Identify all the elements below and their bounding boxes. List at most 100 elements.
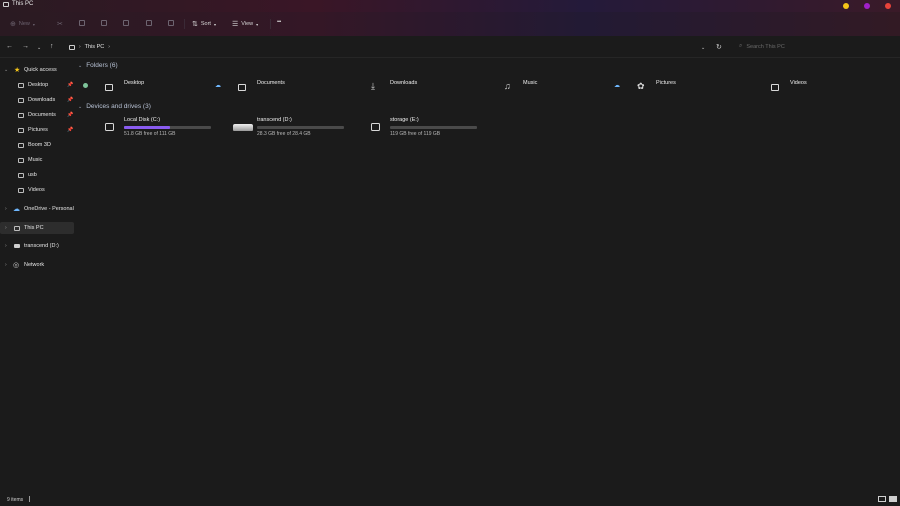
- address-dropdown-button[interactable]: ⌄: [701, 45, 705, 51]
- paste-button[interactable]: [101, 20, 107, 26]
- chevron-right-icon: ›: [5, 225, 7, 231]
- drive-free-space: 51.8 GB free of 111 GB: [124, 131, 176, 137]
- drive-usage-bar: [124, 126, 211, 129]
- drive-icon: [371, 123, 380, 131]
- folder-tile-downloads[interactable]: ⤓ Downloads: [367, 78, 495, 96]
- sidebar-item-onedrive[interactable]: › ☁ OneDrive - Personal: [0, 203, 74, 215]
- sidebar-label: transcend (D:): [24, 243, 59, 249]
- up-button[interactable]: ↑: [50, 43, 54, 50]
- tiles-view-button[interactable]: [889, 496, 897, 502]
- folders-header-text: Folders (6): [86, 62, 118, 69]
- forward-button[interactable]: →: [22, 43, 29, 50]
- chevron-right-icon: ›: [79, 44, 81, 50]
- status-divider: [29, 496, 30, 502]
- drive-tile-d[interactable]: transcend (D:) 28.3 GB free of 28.4 GB: [233, 115, 358, 141]
- sort-icon: ⇅: [192, 21, 198, 28]
- copy-button[interactable]: [79, 20, 85, 26]
- sidebar-item-videos[interactable]: Videos: [0, 184, 74, 196]
- sidebar-label: usb: [28, 172, 37, 178]
- maximize-button[interactable]: [864, 3, 870, 9]
- sidebar-label: Videos: [28, 187, 45, 193]
- desktop-icon: [18, 82, 24, 88]
- cut-button[interactable]: ✂: [57, 20, 63, 28]
- drive-usage-fill: [124, 126, 171, 129]
- folder-tile-desktop[interactable]: Desktop: [101, 78, 229, 96]
- view-button[interactable]: ☰ View ▾: [232, 20, 258, 28]
- sidebar-item-pictures[interactable]: Pictures 📌: [0, 124, 74, 136]
- sidebar-item-network[interactable]: › ◎ Network: [0, 259, 74, 271]
- chevron-down-icon: ▾: [32, 21, 35, 27]
- window-title: This PC: [3, 1, 33, 7]
- back-button[interactable]: ←: [6, 43, 13, 50]
- breadcrumb-this-pc[interactable]: This PC: [85, 44, 105, 50]
- folder-label: Music: [523, 80, 538, 86]
- sidebar-label: This PC: [24, 225, 44, 231]
- minimize-button[interactable]: [843, 3, 849, 9]
- close-button[interactable]: [885, 3, 891, 9]
- folder-tile-pictures[interactable]: ✿ Pictures: [633, 78, 761, 96]
- sidebar-item-transcend[interactable]: › transcend (D:): [0, 240, 74, 252]
- sidebar-label: Boom 3D: [28, 142, 51, 148]
- folders-section-header[interactable]: ⌄ Folders (6): [78, 62, 118, 69]
- toolbar-divider: [184, 19, 185, 29]
- sidebar-item-documents[interactable]: Documents 📌: [0, 109, 74, 121]
- drives-section-header[interactable]: ⌄ Devices and drives (3): [78, 103, 151, 110]
- trash-icon: [168, 20, 174, 26]
- chevron-down-icon: ▾: [256, 21, 259, 27]
- sidebar-item-music[interactable]: Music: [0, 154, 74, 166]
- music-icon: [18, 157, 24, 163]
- sort-button[interactable]: ⇅ Sort ▾: [192, 20, 216, 28]
- chevron-right-icon: ›: [5, 243, 7, 249]
- share-button[interactable]: [146, 20, 152, 26]
- rename-button[interactable]: [123, 20, 129, 26]
- music-icon: ♫: [504, 81, 511, 91]
- window-title-text: This PC: [12, 1, 34, 7]
- breadcrumb[interactable]: › This PC ›: [69, 44, 110, 50]
- folder-tile-documents[interactable]: Documents: [234, 78, 362, 96]
- item-count: 9 items: [7, 497, 24, 503]
- search-input[interactable]: ⌕ Search This PC: [735, 40, 895, 53]
- sidebar-item-downloads[interactable]: Downloads 📌: [0, 94, 74, 106]
- sync-status-icon: [83, 83, 88, 88]
- folder-tile-music[interactable]: ♫ Music: [500, 78, 628, 96]
- delete-button[interactable]: [168, 20, 174, 26]
- sidebar-item-boom-3d[interactable]: Boom 3D: [0, 139, 74, 151]
- sidebar-label: OneDrive - Personal: [24, 206, 74, 212]
- drive-tile-c[interactable]: Local Disk (C:) 51.8 GB free of 111 GB: [105, 115, 225, 141]
- star-icon: ★: [14, 67, 21, 74]
- refresh-button[interactable]: ↻: [716, 43, 722, 51]
- plus-icon: ⊕: [10, 21, 16, 28]
- chevron-right-icon: ›: [108, 44, 110, 50]
- address-bar: ← → ⌄ ↑ › This PC › ⌄ ↻ ⌕ Search This PC: [0, 36, 900, 58]
- recent-locations-button[interactable]: ⌄: [37, 45, 41, 51]
- sidebar-item-this-pc[interactable]: › This PC: [0, 222, 74, 234]
- this-pc-icon: [3, 1, 9, 7]
- sidebar-item-desktop[interactable]: Desktop 📌: [0, 79, 74, 91]
- sidebar-item-quick-access[interactable]: ⌄ ★ Quick access: [0, 64, 74, 76]
- search-icon: ⌕: [739, 43, 743, 49]
- sidebar-label: Quick access: [24, 67, 57, 73]
- cloud-icon: ☁: [13, 206, 20, 213]
- new-button[interactable]: ⊕ New ▾: [10, 20, 35, 28]
- videos-icon: [18, 187, 24, 193]
- more-options-button[interactable]: •••: [277, 19, 281, 25]
- search-placeholder: Search This PC: [746, 43, 785, 50]
- cloud-icon: ☁: [215, 83, 221, 89]
- download-icon: [18, 97, 24, 103]
- chevron-down-icon: ▾: [213, 21, 216, 27]
- pin-icon: 📌: [67, 82, 74, 88]
- folder-label: Pictures: [656, 80, 676, 86]
- drives-header-text: Devices and drives (3): [86, 103, 151, 110]
- pin-icon: 📌: [67, 127, 74, 133]
- sidebar-label: Music: [28, 157, 43, 163]
- drive-tile-e[interactable]: storage (E:) 119 GB free of 119 GB: [371, 115, 491, 141]
- details-view-button[interactable]: [878, 496, 886, 502]
- chevron-down-icon: ⌄: [78, 62, 83, 69]
- drive-usage-bar: [257, 126, 344, 129]
- new-label: New: [18, 21, 30, 27]
- title-bar: This PC: [0, 0, 900, 12]
- sidebar-item-usb[interactable]: usb: [0, 169, 74, 181]
- this-pc-icon: [69, 44, 75, 50]
- download-icon: ⤓: [371, 81, 375, 91]
- folder-tile-videos[interactable]: Videos: [767, 78, 895, 96]
